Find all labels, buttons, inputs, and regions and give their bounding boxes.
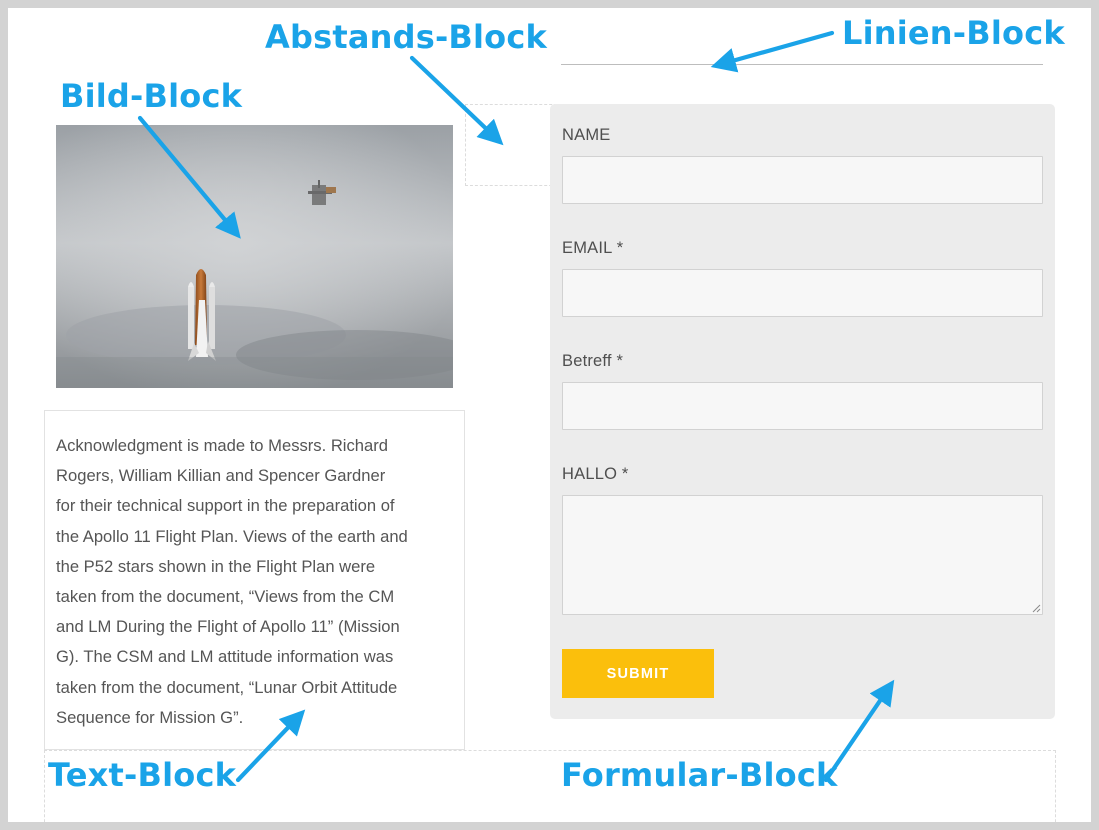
arrow-formular-icon [823, 679, 895, 783]
arrow-bild-icon [137, 115, 241, 239]
screenshot-canvas: Acknowledgment is made to Messrs. Richar… [8, 8, 1091, 822]
arrow-linien-icon [710, 30, 835, 73]
callout-arrows [137, 30, 895, 783]
arrow-abstands-icon [409, 55, 504, 146]
arrow-text-icon [235, 709, 306, 783]
